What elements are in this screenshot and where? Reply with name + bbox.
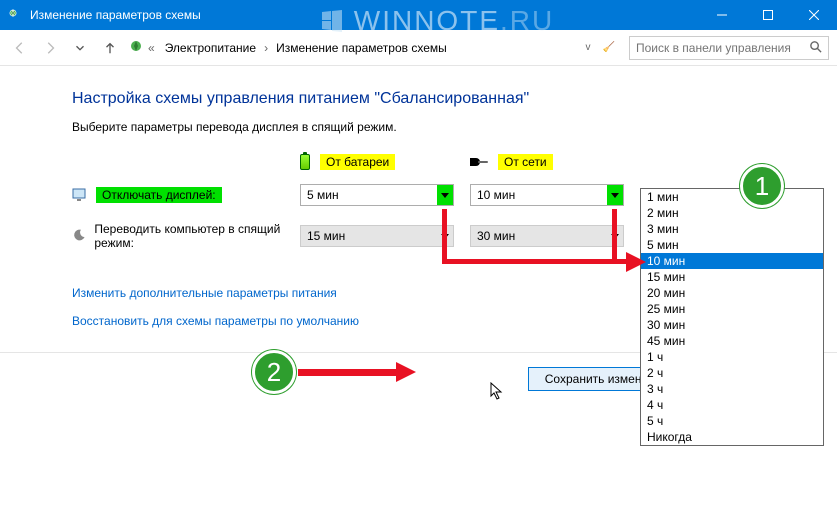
search-icon	[809, 40, 822, 56]
dropdown-option[interactable]: 1 мин	[641, 189, 823, 205]
dropdown-option[interactable]: 2 ч	[641, 365, 823, 381]
dropdown-option[interactable]: 5 ч	[641, 413, 823, 429]
combo-arrow-icon	[607, 185, 623, 205]
dropdown-option[interactable]: 4 ч	[641, 397, 823, 413]
dropdown-option[interactable]: 1 ч	[641, 349, 823, 365]
sleep-battery-combo[interactable]: 15 мин	[300, 225, 454, 247]
sleep-ac-combo[interactable]: 30 мин	[470, 225, 624, 247]
time-dropdown-list[interactable]: 1 мин 2 мин 3 мин 5 мин 10 мин 15 мин 20…	[640, 188, 824, 446]
power-options-icon	[128, 38, 144, 57]
dropdown-option[interactable]: 3 ч	[641, 381, 823, 397]
dropdown-option[interactable]: 30 мин	[641, 317, 823, 333]
combo-arrow-icon	[437, 185, 453, 205]
column-on-battery: От батареи	[300, 154, 470, 170]
annotation-badge-1: 1	[740, 164, 784, 208]
annotation-arrow	[442, 259, 630, 264]
annotation-arrow	[612, 209, 617, 264]
window-title: Изменение параметров схемы	[30, 8, 201, 22]
dropdown-option[interactable]: 3 мин	[641, 221, 823, 237]
dropdown-option-selected[interactable]: 10 мин	[641, 253, 823, 269]
column-plugged-in: От сети	[470, 154, 640, 170]
dropdown-option[interactable]: 2 мин	[641, 205, 823, 221]
breadcrumb-item-1[interactable]: Электропитание	[165, 41, 256, 55]
dropdown-option[interactable]: 20 мин	[641, 285, 823, 301]
maximize-button[interactable]	[745, 0, 791, 30]
minimize-button[interactable]	[699, 0, 745, 30]
monitor-icon	[72, 187, 88, 203]
page-title: Настройка схемы управления питанием "Сба…	[72, 90, 837, 108]
nav-forward-button[interactable]	[38, 36, 62, 60]
search-input[interactable]	[636, 41, 809, 55]
app-icon	[8, 7, 24, 23]
search-box[interactable]	[629, 36, 829, 60]
breadcrumb-item-2[interactable]: Изменение параметров схемы	[276, 41, 447, 55]
nav-history-button[interactable]	[68, 36, 92, 60]
nav-up-button[interactable]	[98, 36, 122, 60]
annotation-arrow-head	[626, 252, 646, 272]
page-subtitle: Выберите параметры перевода дисплея в сп…	[72, 120, 837, 134]
annotation-badge-2: 2	[252, 350, 296, 394]
titlebar: Изменение параметров схемы	[0, 0, 837, 30]
display-off-ac-combo[interactable]: 10 мин	[470, 184, 624, 206]
dropdown-option[interactable]: 25 мин	[641, 301, 823, 317]
display-off-battery-combo[interactable]: 5 мин	[300, 184, 454, 206]
dropdown-option[interactable]: 15 мин	[641, 269, 823, 285]
breadcrumb[interactable]: « Электропитание Изменение параметров сх…	[128, 38, 574, 57]
plug-icon	[470, 156, 488, 168]
close-button[interactable]	[791, 0, 837, 30]
dropdown-option[interactable]: 5 мин	[641, 237, 823, 253]
nav-back-button[interactable]	[8, 36, 32, 60]
annotation-arrow	[298, 369, 398, 376]
annotation-arrow-head	[396, 362, 416, 382]
annotation-arrow	[442, 209, 447, 264]
dropdown-option[interactable]: 45 мин	[641, 333, 823, 349]
sleep-icon	[72, 228, 86, 244]
battery-icon	[300, 154, 310, 170]
sleep-label: Переводить компьютер в спящий режим:	[94, 222, 300, 250]
dropdown-option[interactable]: Никогда	[641, 429, 823, 445]
display-off-label: Отключать дисплей:	[96, 187, 222, 203]
navbar: « Электропитание Изменение параметров сх…	[0, 30, 837, 66]
